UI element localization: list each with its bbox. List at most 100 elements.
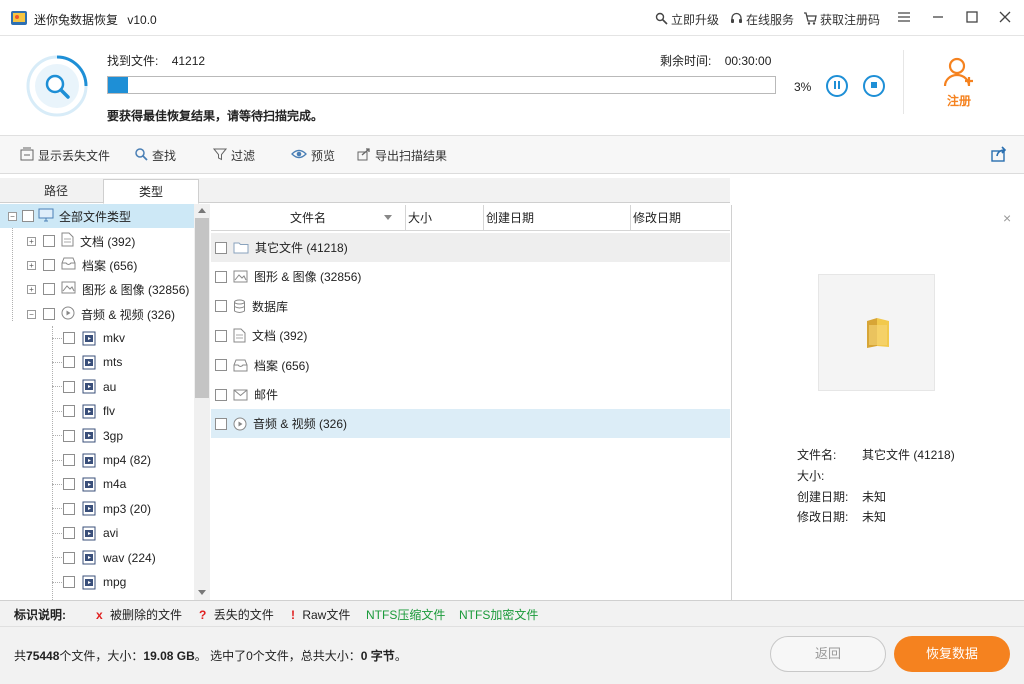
checkbox[interactable] — [63, 429, 75, 442]
hamburger-icon — [897, 11, 911, 26]
tree-item-label: wav (224) — [103, 550, 156, 565]
tree-item-media-format[interactable]: mts — [0, 350, 122, 374]
export-label: 导出扫描结果 — [375, 149, 448, 163]
share-button[interactable] — [991, 146, 1008, 165]
checkbox[interactable] — [215, 417, 227, 430]
file-list-row[interactable]: 文档 (392) — [211, 321, 730, 350]
expand-toggle[interactable]: + — [27, 284, 36, 294]
checkbox[interactable] — [43, 283, 55, 295]
tree-item-media-format[interactable]: m4a — [0, 472, 126, 496]
scrollbar-thumb[interactable] — [195, 218, 209, 398]
menu-button[interactable] — [893, 8, 915, 28]
recover-button[interactable]: 恢复数据 — [894, 636, 1010, 672]
tab-type[interactable]: 类型 — [103, 179, 199, 204]
checkbox[interactable] — [63, 405, 75, 418]
file-list-row[interactable]: 图形 & 图像 (32856) — [211, 262, 730, 291]
folder-icon — [863, 317, 893, 352]
file-list-header: 文件名 大小 创建日期 修改日期 — [211, 205, 730, 231]
tree-root-all-types[interactable]: − 全部文件类型 — [0, 204, 194, 228]
scroll-up-arrow-icon[interactable] — [198, 208, 206, 213]
column-modified[interactable]: 修改日期 — [631, 205, 730, 231]
tree-item-archives[interactable]: + 档案 (656) — [0, 253, 137, 277]
checkbox[interactable] — [63, 551, 75, 564]
column-created[interactable]: 创建日期 — [484, 205, 631, 231]
register-button[interactable]: 注册 — [936, 55, 982, 109]
scroll-down-arrow-icon[interactable] — [198, 590, 206, 595]
created-value: 未知 — [862, 490, 887, 504]
file-list-row[interactable]: 数据库 — [211, 292, 730, 321]
checkbox[interactable] — [22, 210, 34, 222]
tree-item-media-format[interactable]: wav (224) — [0, 546, 156, 570]
legend-lost-label: 丢失的文件 — [213, 608, 274, 622]
minimize-button[interactable] — [927, 8, 949, 28]
checkbox[interactable] — [43, 235, 55, 247]
checkbox[interactable] — [63, 380, 75, 393]
back-button[interactable]: 返回 — [770, 636, 886, 672]
tree-item-media-format[interactable]: flv — [0, 399, 115, 423]
pause-button[interactable] — [826, 75, 848, 97]
tab-path[interactable]: 路径 — [8, 179, 104, 204]
file-list-row[interactable]: 邮件 — [211, 380, 730, 409]
checkbox[interactable] — [43, 308, 55, 320]
file-list-row[interactable]: 音频 & 视频 (326) — [211, 409, 730, 439]
checkbox[interactable] — [215, 241, 227, 254]
checkbox[interactable] — [63, 576, 75, 588]
checkbox[interactable] — [63, 527, 75, 540]
find-button[interactable]: 查找 — [134, 147, 176, 164]
tree-item-media-format[interactable]: mp4 (82) — [0, 448, 151, 472]
checkbox[interactable] — [63, 454, 75, 466]
close-preview-button[interactable]: × — [1003, 210, 1011, 226]
legend-ntfs-encrypted: NTFS加密文件 — [459, 608, 539, 622]
tree-item-media-format[interactable]: mpg — [0, 570, 126, 594]
collapse-toggle[interactable]: − — [27, 309, 36, 319]
archive-icon — [233, 359, 248, 372]
get-code-label: 获取注册码 — [820, 13, 881, 27]
filter-button[interactable]: 过滤 — [212, 147, 255, 164]
video-file-icon — [82, 526, 96, 541]
video-file-icon — [82, 331, 96, 346]
tree-scrollbar[interactable] — [194, 204, 210, 600]
tree-item-media-format[interactable]: 3gp — [0, 424, 123, 448]
checkbox[interactable] — [215, 329, 227, 342]
stop-button[interactable] — [863, 75, 885, 97]
checkbox[interactable] — [215, 300, 227, 313]
get-code-link[interactable]: 获取注册码 — [803, 11, 880, 28]
pause-icon — [832, 79, 842, 93]
file-list-row[interactable]: 档案 (656) — [211, 351, 730, 380]
checkbox[interactable] — [63, 356, 75, 369]
checkbox[interactable] — [63, 478, 75, 491]
column-size[interactable]: 大小 — [406, 205, 484, 231]
checkbox[interactable] — [215, 270, 227, 283]
tree-item-media-format[interactable]: mp3 (20) — [0, 497, 151, 521]
tree-item-media-format[interactable]: au — [0, 375, 116, 399]
tree-guide-line — [52, 557, 62, 559]
expand-toggle[interactable]: + — [27, 260, 36, 270]
close-button[interactable] — [994, 8, 1016, 28]
tree-item-documents[interactable]: + 文档 (392) — [0, 229, 135, 253]
collapse-toggle[interactable]: − — [8, 211, 17, 221]
checkbox[interactable] — [43, 259, 55, 271]
filename-label: 文件名: — [797, 448, 837, 462]
tree-item-images[interactable]: + 图形 & 图像 (32856) — [0, 277, 189, 301]
video-file-icon — [82, 575, 96, 590]
tree-item-label: mkv — [103, 331, 125, 345]
export-results-button[interactable]: 导出扫描结果 — [357, 147, 447, 164]
preview-button[interactable]: 预览 — [291, 147, 335, 164]
checkbox[interactable] — [215, 359, 227, 372]
expand-toggle[interactable]: + — [27, 236, 36, 246]
tree-item-audio-video[interactable]: − 音频 & 视频 (326) — [0, 302, 175, 326]
tree-item-media-format[interactable]: avi — [0, 521, 118, 545]
online-service-link[interactable]: 在线服务 — [730, 11, 794, 28]
upgrade-link[interactable]: 立即升级 — [655, 11, 719, 28]
checkbox[interactable] — [63, 332, 75, 344]
checkbox[interactable] — [63, 502, 75, 515]
column-name[interactable]: 文件名 — [211, 205, 406, 231]
maximize-button[interactable] — [961, 8, 983, 28]
show-lost-files-button[interactable]: 显示丢失文件 — [20, 147, 110, 164]
status-files-unit: 个文件，大小： — [59, 649, 144, 663]
file-row-label: 邮件 — [254, 388, 279, 402]
legend-ntfs-compressed: NTFS压缩文件 — [366, 608, 446, 622]
file-list-row[interactable]: 其它文件 (41218) — [211, 233, 730, 262]
tree-item-media-format[interactable]: mkv — [0, 326, 125, 350]
checkbox[interactable] — [215, 388, 227, 401]
